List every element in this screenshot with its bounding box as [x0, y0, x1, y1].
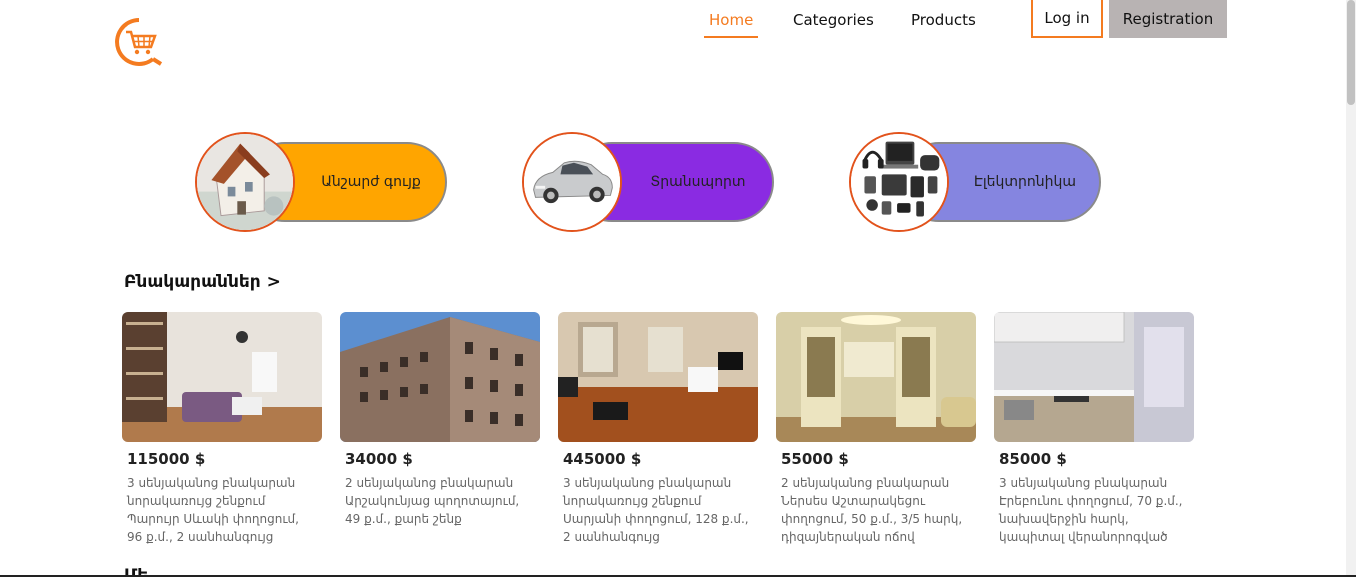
house-image: [195, 132, 295, 232]
car-image: [522, 132, 622, 232]
listing-description: 3 սենյականոց բնակարան նորակառույց շենքու…: [563, 476, 749, 544]
apartments-section-title[interactable]: Բնակարաններ >: [124, 272, 281, 292]
nav-home[interactable]: Home: [709, 10, 753, 30]
nav-categories[interactable]: Categories: [793, 10, 874, 30]
listing-price: 55000 $: [781, 450, 849, 468]
listing-description: 2 սենյականոց բնակարան Ներսես Աշտարակեցու…: [781, 476, 963, 544]
top-navigation: Home Categories Products Log in Registra…: [0, 0, 1356, 66]
active-nav-underline: [704, 36, 758, 38]
category-label: Էլեկտրոնիկա: [973, 174, 1077, 190]
listing-card[interactable]: 34000 $ 2 սենյականոց բնակարան Արշակունյա…: [340, 312, 540, 528]
listing-price: 115000 $: [127, 450, 206, 468]
listing-description: 2 սենյականոց բնակարան Արշակունյաց պողոտա…: [345, 476, 520, 526]
listing-price: 445000 $: [563, 450, 642, 468]
listing-price: 85000 $: [999, 450, 1067, 468]
shopping-cart-logo-icon[interactable]: [114, 17, 164, 67]
listing-image: [558, 312, 758, 442]
listing-description: 3 սենյականոց բնակարան Էրեբունու փողոցում…: [999, 476, 1183, 544]
page-scrollbar[interactable]: [1346, 0, 1356, 577]
category-label: Անշարժ գույք: [321, 174, 421, 190]
login-button[interactable]: Log in: [1031, 0, 1103, 38]
listing-image: [776, 312, 976, 442]
listing-image: [340, 312, 540, 442]
listing-description: 3 սենյականոց բնակարան նորակառույց շենքու…: [127, 476, 299, 544]
nav-products[interactable]: Products: [911, 10, 976, 30]
listing-card[interactable]: 445000 $ 3 սենյականոց բնակարան նորակառու…: [558, 312, 758, 546]
listing-image: [122, 312, 322, 442]
registration-button[interactable]: Registration: [1109, 0, 1227, 38]
electronics-image: [849, 132, 949, 232]
listing-price: 34000 $: [345, 450, 413, 468]
listing-card[interactable]: 115000 $ 3 սենյականոց բնակարան նորակառու…: [122, 312, 322, 546]
listing-card[interactable]: 85000 $ 3 սենյականոց բնակարան Էրեբունու …: [994, 312, 1194, 546]
category-label: Տրանսպորտ: [650, 174, 746, 190]
scrollbar-thumb[interactable]: [1347, 0, 1355, 105]
listing-card[interactable]: 55000 $ 2 սենյականոց բնակարան Ներսես Աշտ…: [776, 312, 976, 546]
listing-image: [994, 312, 1194, 442]
